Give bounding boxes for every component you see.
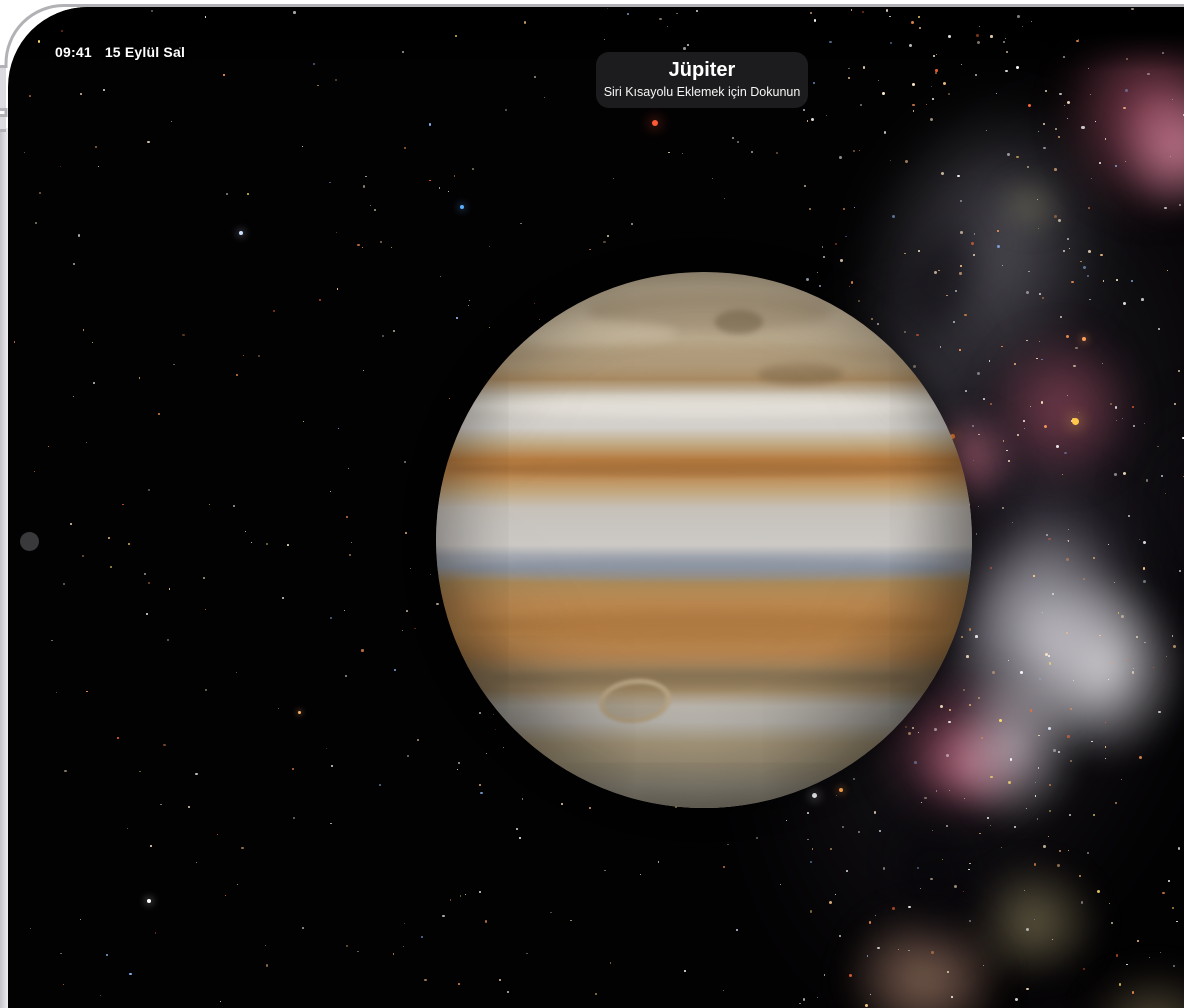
front-camera-icon — [20, 532, 39, 551]
status-date: 15 Eylül Sal — [105, 44, 185, 60]
planet-limb-shadow — [436, 272, 972, 808]
device-side-bezel — [0, 128, 8, 1008]
status-bar: 09:41 15 Eylül Sal — [55, 44, 185, 60]
jupiter-planet — [436, 272, 972, 808]
siri-shortcut-banner[interactable]: Jüpiter Siri Kısayolu Eklemek için Dokun… — [596, 52, 808, 108]
ipad-screen: 09:41 15 Eylül Sal Jüpiter Siri Kısayolu… — [8, 7, 1184, 1008]
ipad-device-mockup: 09:41 15 Eylül Sal Jüpiter Siri Kısayolu… — [0, 0, 1184, 1008]
banner-title: Jüpiter — [669, 59, 736, 82]
volume-button-top — [0, 67, 6, 110]
status-time: 09:41 — [55, 44, 92, 60]
banner-subtitle: Siri Kısayolu Eklemek için Dokunun — [604, 85, 801, 99]
